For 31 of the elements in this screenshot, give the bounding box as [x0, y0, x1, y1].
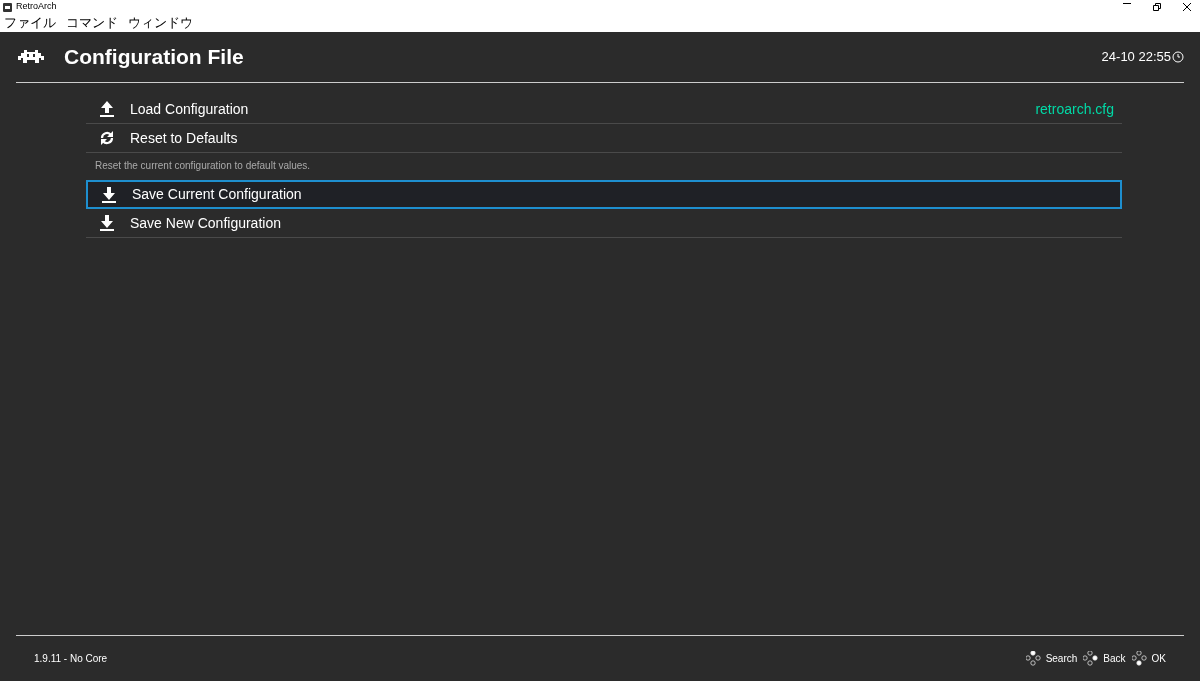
close-icon[interactable]: [1183, 3, 1191, 11]
gamepad-buttons-icon: [1025, 651, 1041, 666]
page-title: Configuration File: [64, 44, 244, 71]
download-icon: [98, 214, 116, 232]
menu-item[interactable]: ファイル: [4, 13, 56, 33]
hint-label: Back: [1103, 652, 1126, 666]
gamepad-buttons-icon: [1083, 651, 1099, 666]
menu-item[interactable]: Save Current Configuration: [86, 180, 1122, 209]
gamepad-buttons-icon: [1131, 651, 1147, 666]
hint-label: Search: [1045, 652, 1078, 666]
upload-icon: [98, 100, 116, 118]
menu-label: Save Current Configuration: [132, 185, 302, 204]
description-text: Reset the current configuration to default values.: [94, 159, 312, 173]
download-icon: [100, 185, 118, 204]
version-text: 1.9.11 - No Core: [34, 652, 108, 666]
clock-icon: [1172, 51, 1184, 63]
setting-value: retroarch.cfg: [1035, 99, 1114, 119]
restore-icon[interactable]: [1153, 3, 1161, 11]
menu-item[interactable]: ウィンドウ: [128, 13, 193, 33]
clock-text: 24-10 22:55: [1101, 48, 1171, 67]
invader-logo-icon: [16, 48, 46, 66]
menu-item[interactable]: Load Configuration retroarch.cfg: [86, 95, 1122, 124]
menu-label: Save New Configuration: [130, 213, 281, 233]
menu-label: Reset to Defaults: [130, 128, 238, 148]
hint-label: OK: [1151, 652, 1166, 666]
menu-item[interactable]: Save New Configuration: [86, 209, 1122, 238]
refresh-icon: [98, 129, 116, 147]
menu-item[interactable]: コマンド: [66, 13, 118, 33]
window-title: RetroArch: [16, 0, 57, 14]
menu-item[interactable]: Reset to Defaults: [86, 124, 1122, 153]
menu-label: Load Configuration: [130, 99, 249, 119]
